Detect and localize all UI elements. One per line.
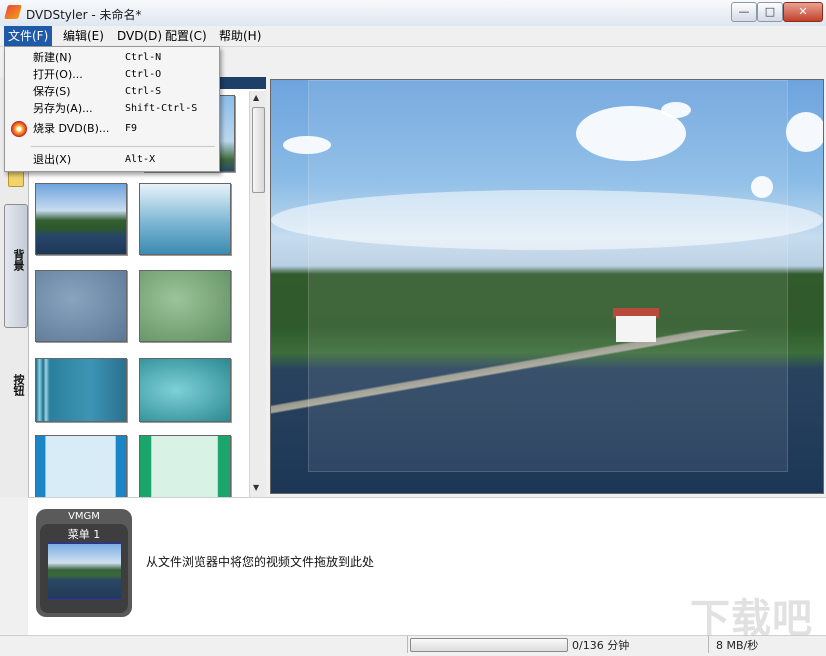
menu-label: 菜单 1: [67, 528, 101, 541]
status-divider: [407, 636, 408, 653]
scroll-down-arrow-icon[interactable]: ▼: [253, 483, 259, 492]
menu-item-open[interactable]: 打开(O)... Ctrl-O: [5, 66, 219, 83]
tab-buttons[interactable]: 按钮: [4, 347, 28, 413]
close-button[interactable]: ✕: [783, 2, 823, 22]
background-thumbnail[interactable]: [139, 358, 231, 422]
menu-edit[interactable]: 编辑(E): [59, 26, 108, 46]
menu-item-exit[interactable]: 退出(X) Alt-X: [5, 151, 219, 168]
background-thumbnail[interactable]: [35, 270, 127, 342]
background-thumbnail[interactable]: [139, 183, 231, 255]
window-title: DVDStyler - 未命名*: [26, 8, 142, 22]
menu-item-shortcut: Ctrl-N: [125, 52, 162, 63]
menu-preview-canvas[interactable]: [270, 79, 824, 494]
menu-help[interactable]: 帮助(H): [215, 26, 265, 46]
menu-item-label: 新建(N): [33, 51, 72, 64]
vmgm-label: VMGM: [68, 511, 100, 522]
menu-item-label: 另存为(A)...: [33, 102, 93, 115]
background-thumbnail[interactable]: [139, 435, 231, 499]
thumbnails-scrollbar[interactable]: ▲ ▼: [249, 91, 266, 497]
maximize-button[interactable]: □: [757, 2, 783, 22]
menu-item-save-as[interactable]: 另存为(A)... Shift-Ctrl-S: [5, 100, 219, 117]
menu-separator: [31, 146, 215, 147]
menu-item-label: 退出(X): [33, 153, 72, 166]
burn-disc-icon: [11, 121, 27, 137]
menu-bar: 文件(F) 编辑(E) DVD(D) 配置(C) 帮助(H): [0, 26, 826, 47]
menu-thumbnail-image: [47, 543, 122, 599]
file-menu-dropdown: 新建(N) Ctrl-N 打开(O)... Ctrl-O 保存(S) Ctrl-…: [4, 46, 220, 172]
safe-area-overlay: [308, 80, 788, 472]
scroll-up-arrow-icon[interactable]: ▲: [253, 93, 259, 102]
menu-item-shortcut: F9: [125, 123, 138, 134]
background-thumbnail[interactable]: [139, 270, 231, 342]
menu-item-label: 打开(O)...: [33, 68, 83, 81]
menu-item-shortcut: Shift-Ctrl-S: [125, 103, 198, 114]
tab-backgrounds-label: 背景: [12, 249, 25, 271]
menu-file[interactable]: 文件(F): [4, 26, 53, 46]
menu-item-shortcut: Ctrl-O: [125, 69, 162, 80]
menu-item-burn-dvd[interactable]: 烧录 DVD(B)... F9: [5, 120, 219, 137]
duration-text: 0/136 分钟: [572, 639, 630, 652]
scrollbar-thumb[interactable]: [252, 107, 265, 193]
tab-buttons-label: 按钮: [12, 374, 25, 396]
minimize-button[interactable]: —: [731, 2, 757, 22]
app-icon: [4, 5, 22, 19]
background-thumbnail[interactable]: [35, 183, 127, 255]
menu-config[interactable]: 配置(C): [161, 26, 211, 46]
menu-item-save[interactable]: 保存(S) Ctrl-S: [5, 83, 219, 100]
menu-dvd[interactable]: DVD(D): [113, 26, 166, 46]
background-thumbnail[interactable]: [35, 435, 127, 499]
menu-item-label: 烧录 DVD(B)...: [33, 122, 110, 135]
drop-hint-text: 从文件浏览器中将您的视频文件拖放到此处: [146, 555, 375, 569]
progress-bar: [410, 638, 568, 652]
menu-item-label: 保存(S): [33, 85, 71, 98]
tab-backgrounds[interactable]: 背景: [4, 204, 28, 328]
cloud-shape: [786, 112, 823, 152]
menu-item-new[interactable]: 新建(N) Ctrl-N: [5, 49, 219, 66]
watermark-logo: 下载吧: [690, 596, 813, 642]
menu-thumbnail-card[interactable]: 菜单 1: [40, 524, 128, 613]
vmgm-menu-item[interactable]: VMGM 菜单 1: [36, 509, 132, 617]
menu-item-shortcut: Ctrl-S: [125, 86, 162, 97]
menu-item-shortcut: Alt-X: [125, 154, 156, 165]
title-bar: DVDStyler - 未命名* — □ ✕: [0, 0, 826, 27]
background-thumbnail[interactable]: [35, 358, 127, 422]
